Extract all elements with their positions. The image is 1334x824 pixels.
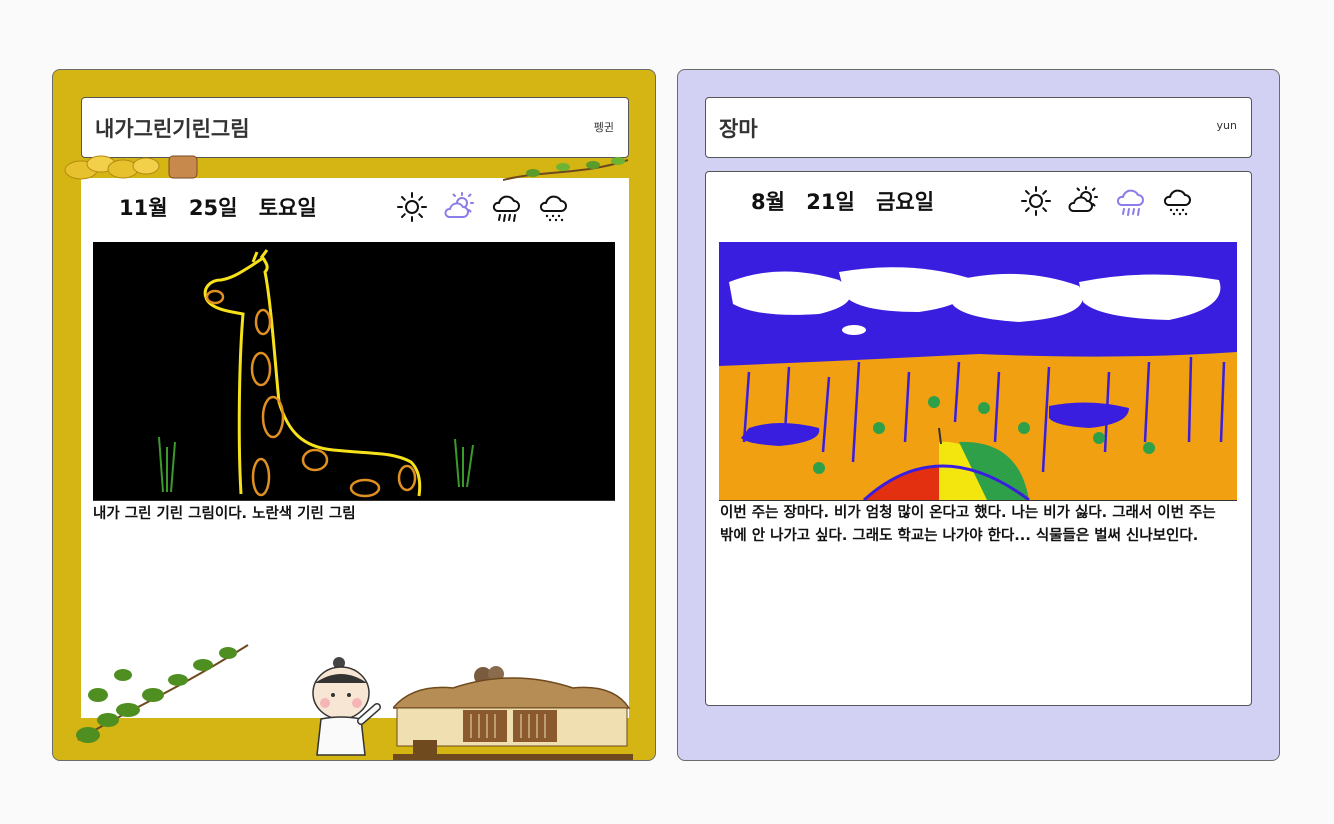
diary-body-text: 내가 그린 기린 그림이다. 노란색 기린 그림 — [93, 506, 356, 522]
weather-selector — [1019, 184, 1194, 218]
diary-title: 장마 — [719, 117, 758, 141]
diary-author: 펭귄 — [593, 121, 614, 134]
weather-selector — [395, 190, 570, 224]
diary-drawing-rain — [719, 242, 1237, 501]
diary-author: yun — [1216, 119, 1237, 132]
gold-coins-decoration — [64, 155, 198, 180]
rain-icon[interactable] — [489, 190, 523, 224]
diary-title: 내가그린기린그림 — [95, 117, 250, 141]
diary-title-bar: 내가그린기린그림 펭귄 — [81, 97, 629, 158]
sun-icon[interactable] — [395, 190, 429, 224]
hanok-house-illustration — [393, 666, 633, 760]
vine-decoration-top — [503, 157, 629, 181]
diary-date: 11월 25일 토요일 — [119, 192, 331, 222]
diary-drawing-giraffe — [93, 242, 615, 501]
boy-character-illustration — [312, 657, 381, 756]
diary-page: 8월 21일 금요일 이번 주는 장마다. 비가 엄청 많이 온다고 했다. 나… — [705, 171, 1252, 706]
diary-date: 8월 21일 금요일 — [751, 186, 948, 216]
snow-icon[interactable] — [1160, 184, 1194, 218]
diary-card-giraffe[interactable]: 내가그린기린그림 펭귄 11월 25일 토요일 내가 그린 기린 그림이다. 노… — [52, 69, 656, 761]
date-day: 21일 — [806, 190, 855, 214]
snow-icon[interactable] — [536, 190, 570, 224]
partly-cloudy-icon[interactable] — [442, 190, 476, 224]
date-weekday: 금요일 — [876, 190, 935, 214]
date-day: 25일 — [188, 196, 238, 220]
diary-title-bar: 장마 yun — [705, 97, 1252, 158]
vine-decoration-bottom — [76, 644, 249, 743]
diary-body-text: 이번 주는 장마다. 비가 엄청 많이 온다고 했다. 나는 비가 싫다. 그래… — [720, 505, 1216, 544]
date-month: 8월 — [751, 190, 785, 214]
date-weekday: 토요일 — [258, 196, 317, 220]
date-month: 11월 — [119, 196, 168, 220]
sun-icon[interactable] — [1019, 184, 1053, 218]
partly-cloudy-icon[interactable] — [1066, 184, 1100, 218]
rain-icon[interactable] — [1113, 184, 1147, 218]
diary-card-rainy-season[interactable]: 장마 yun 8월 21일 금요일 이번 주는 장마다. 비가 엄청 많이 온다… — [677, 69, 1280, 761]
